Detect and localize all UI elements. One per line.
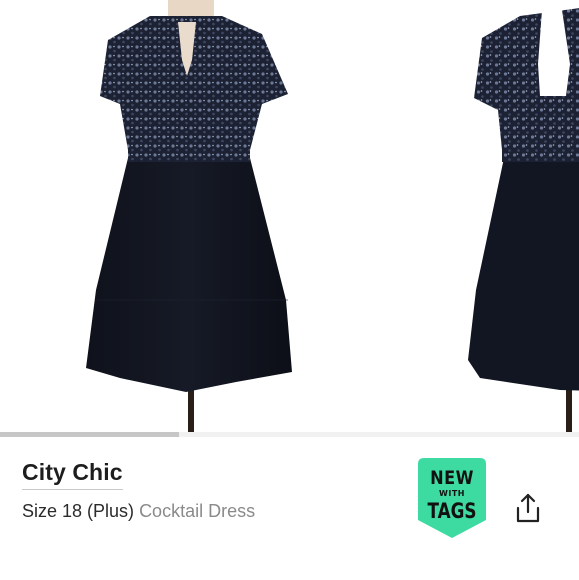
carousel-progress-fill <box>0 432 180 437</box>
share-icon <box>516 493 540 523</box>
category-link[interactable]: Cocktail Dress <box>139 501 255 521</box>
image-carousel[interactable] <box>0 0 579 445</box>
dress-front-photo[interactable] <box>0 0 400 445</box>
dress-back-photo[interactable] <box>440 0 579 445</box>
product-details: Size 18 (Plus) Cocktail Dress <box>22 501 255 522</box>
share-button[interactable] <box>508 488 548 528</box>
badge-line-tags: TAGS <box>427 499 477 523</box>
size-label: Size 18 (Plus) <box>22 501 135 521</box>
brand-name[interactable]: City Chic <box>22 459 123 490</box>
new-with-tags-badge: NEW WITH TAGS <box>418 458 486 538</box>
badge-line-with: WITH <box>439 489 465 498</box>
badge-line-new: NEW <box>430 467 474 489</box>
carousel-progress-track <box>0 432 579 437</box>
